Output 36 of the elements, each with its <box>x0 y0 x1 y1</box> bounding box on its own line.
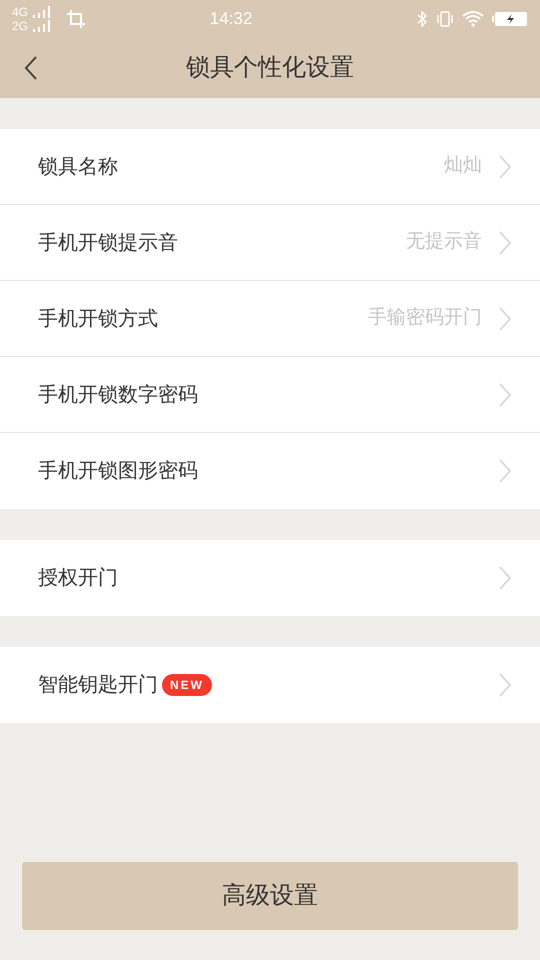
wifi-icon <box>462 11 484 27</box>
settings-row[interactable]: 手机开锁数字密码 <box>0 357 540 433</box>
page-title: 锁具个性化设置 <box>186 52 354 82</box>
chevron-right-icon <box>498 565 512 591</box>
vibrate-icon <box>436 11 454 27</box>
crop-icon <box>66 9 86 29</box>
settings-row[interactable]: 授权开门 <box>0 540 540 616</box>
row-value: 无提示音 <box>406 230 482 254</box>
row-label: 智能钥匙开门 <box>38 673 158 698</box>
network-label: 4G <box>12 5 28 19</box>
battery-icon <box>492 11 528 27</box>
chevron-right-icon <box>498 154 512 180</box>
chevron-right-icon <box>498 230 512 256</box>
chevron-right-icon <box>498 306 512 332</box>
row-label: 手机开锁图形密码 <box>38 459 198 484</box>
network-label: 2G <box>12 19 28 33</box>
bluetooth-icon <box>416 11 428 27</box>
settings-row[interactable]: 手机开锁方式 手输密码开门 <box>0 281 540 357</box>
back-icon <box>24 54 38 80</box>
settings-row[interactable]: 锁具名称 灿灿 <box>0 129 540 205</box>
chevron-right-icon <box>498 458 512 484</box>
row-value: 手输密码开门 <box>368 306 482 330</box>
row-label: 授权开门 <box>38 566 118 591</box>
advanced-settings-button[interactable]: 高级设置 <box>22 862 518 930</box>
row-label: 锁具名称 <box>38 154 118 180</box>
settings-row[interactable]: 智能钥匙开门 NEW <box>0 647 540 723</box>
status-time: 14:32 <box>210 8 252 30</box>
chevron-right-icon <box>498 672 512 698</box>
new-badge: NEW <box>162 674 212 696</box>
row-label: 手机开锁方式 <box>38 306 158 332</box>
row-value: 灿灿 <box>444 154 482 178</box>
chevron-right-icon <box>498 382 512 408</box>
row-label: 手机开锁提示音 <box>38 230 178 256</box>
settings-row[interactable]: 手机开锁提示音 无提示音 <box>0 205 540 281</box>
settings-row[interactable]: 手机开锁图形密码 <box>0 433 540 509</box>
row-label: 手机开锁数字密码 <box>38 382 198 408</box>
